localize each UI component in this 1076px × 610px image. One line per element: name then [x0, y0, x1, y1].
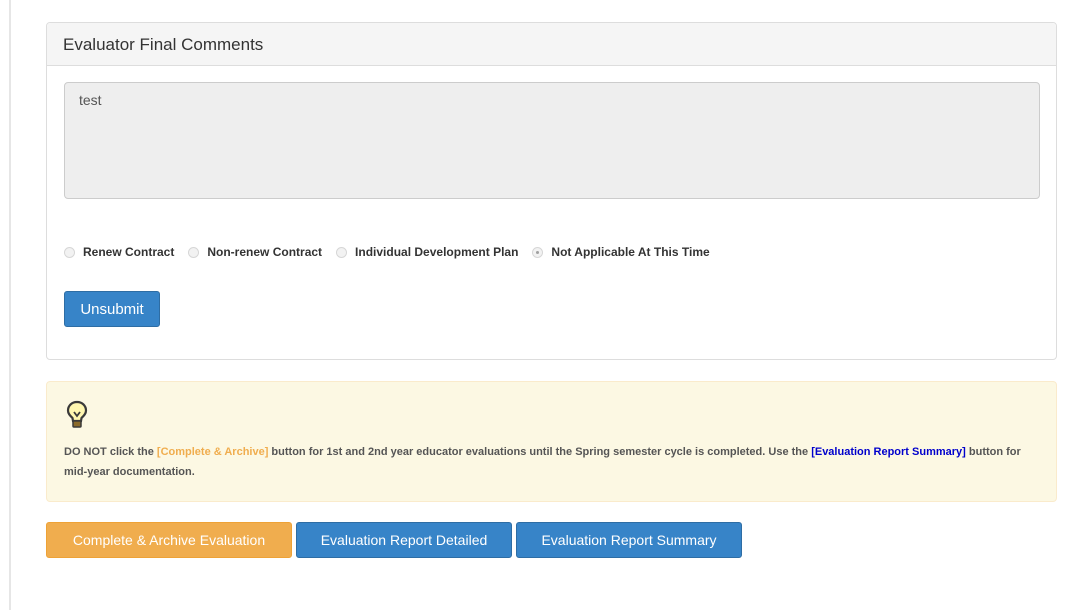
complete-archive-reference: [Complete & Archive]: [156, 446, 269, 458]
archive-warning-alert: DO NOT click the [Complete & Archive] bu…: [46, 381, 1057, 502]
alert-message: DO NOT click the [Complete & Archive] bu…: [64, 442, 1044, 482]
contract-decision-radio-group: Renew Contract Non-renew Contract Indivi…: [64, 245, 724, 259]
unsubmit-button[interactable]: Unsubmit: [64, 291, 160, 327]
radio-label: Individual Development Plan: [355, 245, 519, 259]
final-comments-panel: Evaluator Final Comments test Renew Cont…: [46, 22, 1057, 360]
report-summary-button[interactable]: Evaluation Report Summary: [516, 522, 742, 558]
evaluation-actions: Complete & Archive Evaluation Evaluation…: [46, 522, 746, 558]
radio-label: Not Applicable At This Time: [551, 245, 710, 259]
radio-button[interactable]: [336, 246, 348, 258]
radio-label: Renew Contract: [83, 245, 175, 259]
radio-non-renew-contract[interactable]: Non-renew Contract: [188, 245, 322, 259]
report-detailed-button[interactable]: Evaluation Report Detailed: [296, 522, 512, 558]
evaluation-summary-reference: [Evaluation Report Summary]: [811, 446, 966, 458]
radio-renew-contract[interactable]: Renew Contract: [64, 245, 174, 259]
radio-not-applicable[interactable]: Not Applicable At This Time: [532, 245, 710, 259]
radio-button[interactable]: [188, 246, 200, 258]
left-divider: [9, 0, 11, 610]
radio-button-selected[interactable]: [532, 246, 544, 258]
complete-archive-button[interactable]: Complete & Archive Evaluation: [46, 522, 292, 558]
radio-label: Non-renew Contract: [207, 245, 323, 259]
alert-text-part: button for 1st and 2nd year educator eva…: [268, 446, 812, 458]
alert-text-part: DO NOT click the: [64, 446, 157, 458]
radio-individual-development-plan[interactable]: Individual Development Plan: [336, 245, 518, 259]
radio-button[interactable]: [64, 246, 75, 258]
panel-title: Evaluator Final Comments: [47, 23, 1056, 66]
comments-textarea[interactable]: test: [64, 82, 1040, 199]
lightbulb-icon: [66, 400, 88, 435]
